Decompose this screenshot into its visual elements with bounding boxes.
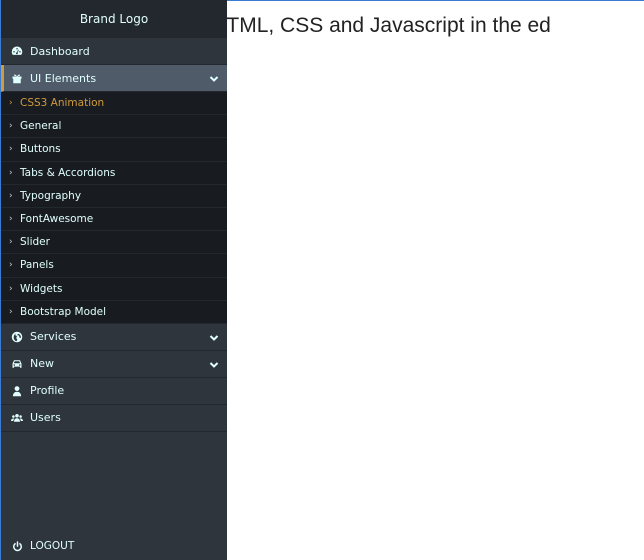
sidebar-item-ui-elements[interactable]: UI Elements xyxy=(1,65,227,92)
sidebar-item-label: Services xyxy=(30,330,77,344)
sidebar-item-label: Profile xyxy=(30,384,65,398)
chevron-down-icon xyxy=(209,333,219,343)
logout-button[interactable]: LOGOUT xyxy=(1,532,227,560)
submenu-item-label: Tabs & Accordions xyxy=(20,166,116,179)
logout-label: LOGOUT xyxy=(30,540,75,552)
submenu-item-css3-animation[interactable]: › CSS3 Animation xyxy=(1,92,227,116)
sidebar-item-new[interactable]: New xyxy=(1,351,227,378)
submenu-item-fontawesome[interactable]: › FontAwesome xyxy=(1,208,227,232)
users-icon xyxy=(10,411,24,425)
submenu-item-label: General xyxy=(20,120,62,133)
submenu-item-label: Widgets xyxy=(20,282,63,295)
user-icon xyxy=(10,384,24,398)
brand-logo[interactable]: Brand Logo xyxy=(1,0,227,38)
submenu-item-typography[interactable]: › Typography xyxy=(1,185,227,208)
sidebar-item-services[interactable]: Services xyxy=(1,324,227,351)
submenu-item-slider[interactable]: › Slider xyxy=(1,231,227,255)
chevron-right-icon: › xyxy=(9,98,13,109)
sidebar-item-label: UI Elements xyxy=(30,71,97,85)
car-icon xyxy=(10,357,24,371)
submenu-item-label: Bootstrap Model xyxy=(20,305,107,318)
globe-icon xyxy=(10,330,24,344)
sidebar-nav: Brand Logo Dashboard UI Elements › CSS3 … xyxy=(0,0,227,560)
submenu-item-label: Buttons xyxy=(20,143,61,156)
submenu-item-bootstrap-model[interactable]: › Bootstrap Model xyxy=(1,301,227,324)
submenu-item-label: Panels xyxy=(20,259,54,272)
chevron-right-icon: › xyxy=(9,237,13,248)
power-icon xyxy=(10,539,24,553)
sidebar-item-label: Users xyxy=(30,411,61,425)
submenu-item-tabs-accordions[interactable]: › Tabs & Accordions xyxy=(1,162,227,185)
submenu-item-label: FontAwesome xyxy=(20,213,94,226)
submenu-item-label: Slider xyxy=(20,236,50,249)
submenu-item-label: CSS3 Animation xyxy=(20,97,105,110)
sidebar-item-dashboard[interactable]: Dashboard xyxy=(1,38,227,65)
submenu-item-label: Typography xyxy=(20,189,82,202)
chevron-right-icon: › xyxy=(9,306,13,317)
chevron-down-icon xyxy=(209,74,219,84)
sidebar-item-label: Dashboard xyxy=(30,44,90,58)
chevron-down-icon xyxy=(209,360,219,370)
ui-elements-submenu: › CSS3 Animation › General › Buttons › T… xyxy=(1,92,227,324)
sidebar-item-users[interactable]: Users xyxy=(1,405,227,432)
chevron-right-icon: › xyxy=(9,190,13,201)
chevron-right-icon: › xyxy=(9,167,13,178)
sidebar-item-label: New xyxy=(30,357,54,371)
sidebar-item-profile[interactable]: Profile xyxy=(1,378,227,405)
submenu-item-panels[interactable]: › Panels xyxy=(1,254,227,278)
submenu-item-widgets[interactable]: › Widgets xyxy=(1,278,227,301)
chevron-right-icon: › xyxy=(9,121,13,132)
gift-icon xyxy=(10,71,24,85)
chevron-right-icon: › xyxy=(9,144,13,155)
chevron-right-icon: › xyxy=(9,260,13,271)
submenu-item-buttons[interactable]: › Buttons xyxy=(1,138,227,162)
chevron-right-icon: › xyxy=(9,214,13,225)
submenu-item-general[interactable]: › General xyxy=(1,115,227,139)
chevron-right-icon: › xyxy=(9,283,13,294)
dashboard-icon xyxy=(10,44,24,58)
